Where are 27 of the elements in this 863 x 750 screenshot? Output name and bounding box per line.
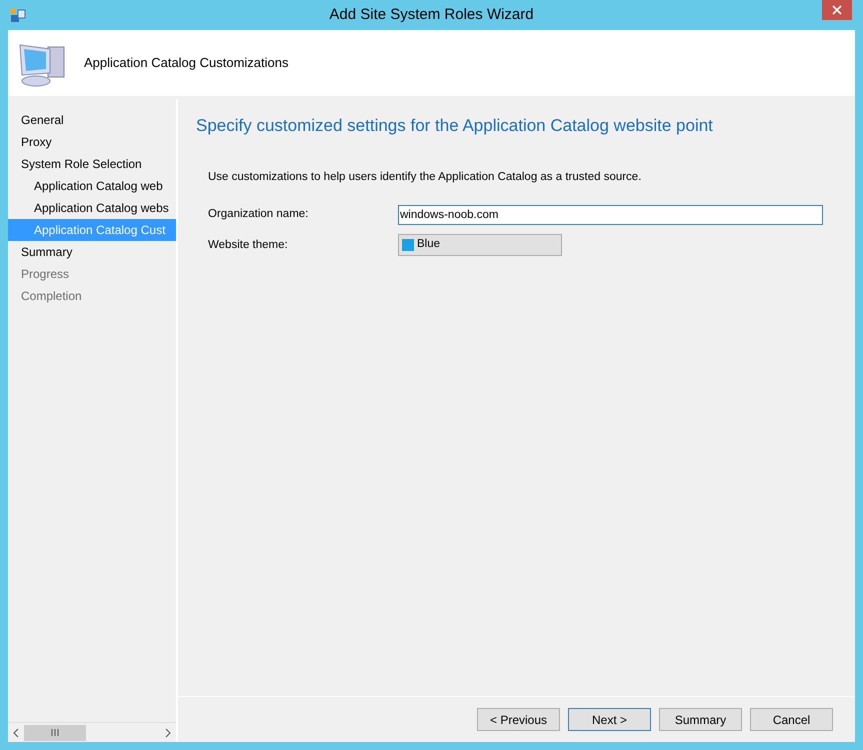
- scroll-thumb[interactable]: [24, 724, 86, 740]
- field-label: Organization name:: [208, 207, 310, 222]
- field-label: Website theme:: [208, 238, 289, 253]
- wizard-button[interactable]: < Previous: [477, 708, 560, 731]
- window-title: Add Site System Roles Wizard: [329, 4, 534, 25]
- description-text: Use customizations to help users identify the Application Catalog as a trusted source.: [208, 170, 642, 184]
- nav-item[interactable]: Application Catalog webs: [8, 197, 176, 219]
- wizard-button[interactable]: Cancel: [750, 708, 833, 731]
- theme-dropdown[interactable]: Blue: [398, 234, 562, 256]
- wizard-button[interactable]: Next >: [568, 708, 651, 731]
- scroll-right-icon[interactable]: [163, 728, 173, 738]
- nav-item[interactable]: General: [8, 109, 176, 131]
- page-heading: Specify customized settings for the Application Catalog website point: [196, 115, 714, 137]
- close-icon: [832, 5, 842, 15]
- organization-name-field[interactable]: windows-noob.com: [398, 204, 823, 225]
- nav-item[interactable]: Proxy: [8, 131, 176, 153]
- wizard-icon: [9, 7, 27, 23]
- close-button[interactable]: [822, 0, 852, 20]
- horizontal-scrollbar[interactable]: [8, 722, 176, 742]
- wizard-button[interactable]: Summary: [659, 708, 742, 731]
- nav-item[interactable]: Application Catalog web: [8, 175, 176, 197]
- grip-icon: [50, 729, 60, 736]
- nav-item[interactable]: System Role Selection: [8, 153, 176, 175]
- theme-value: Blue: [417, 237, 440, 252]
- nav-item[interactable]: Summary: [8, 241, 176, 263]
- scroll-left-icon[interactable]: [11, 728, 21, 738]
- page-title: Application Catalog Customizations: [84, 54, 288, 72]
